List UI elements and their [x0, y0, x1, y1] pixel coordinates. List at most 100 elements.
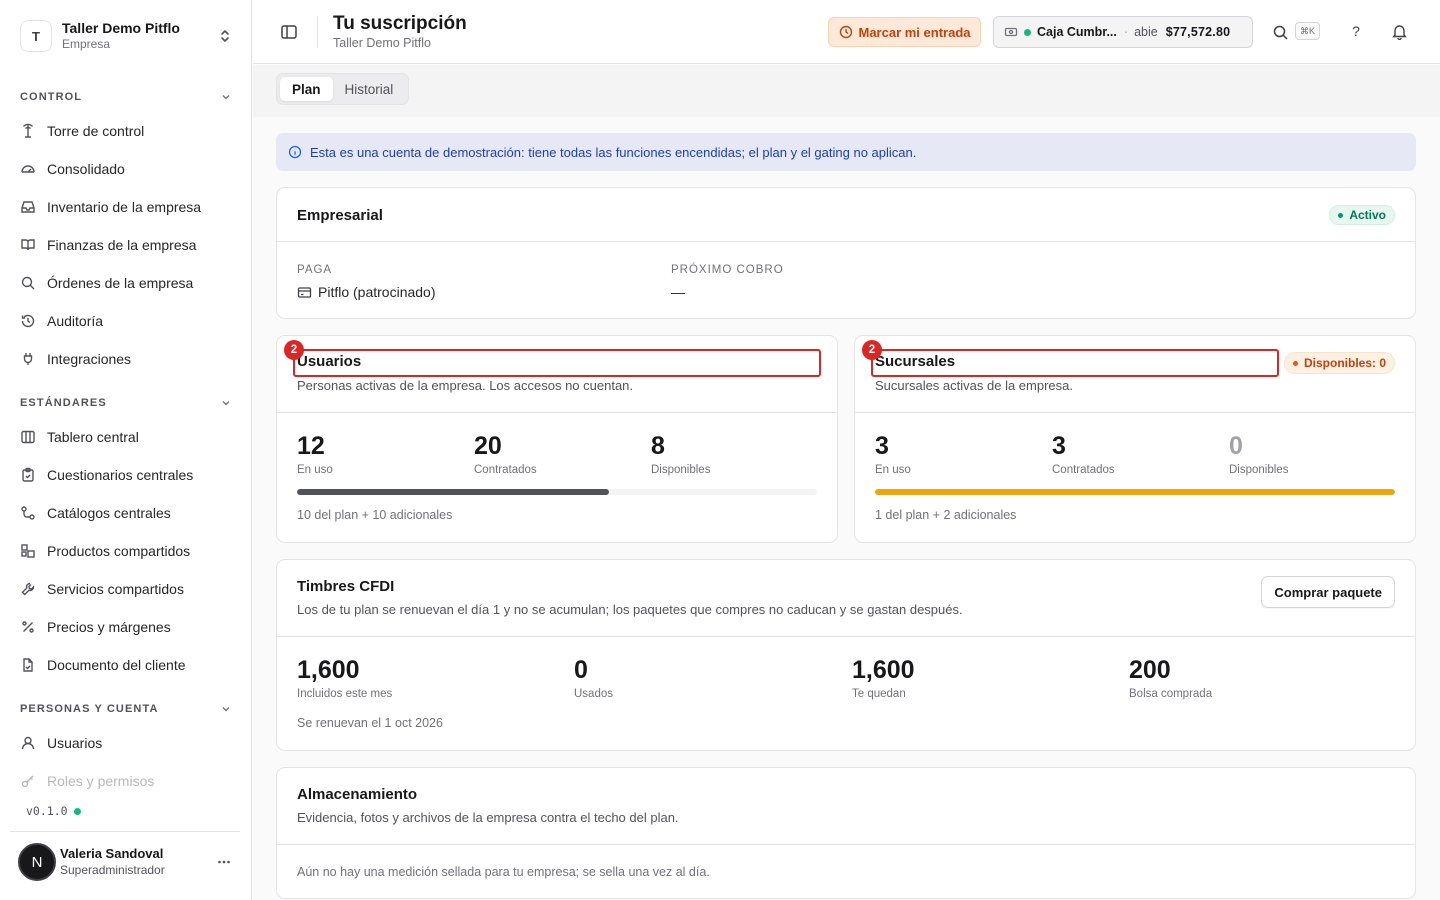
more-horizontal-icon[interactable] [216, 854, 232, 870]
gauge-icon [21, 165, 35, 173]
nav-section-control: CONTROL Torre de control Consolidado Inv… [10, 87, 242, 378]
sidebar-item-consolidado[interactable]: Consolidado [10, 150, 242, 188]
highlight-box [871, 349, 1279, 377]
search-icon[interactable] [1272, 24, 1289, 41]
wrench-icon [21, 582, 35, 596]
clipboard-icon [22, 467, 34, 482]
sidebar: T Taller Demo Pitflo Empresa CONTROL Tor… [0, 0, 252, 900]
tab-bar: Plan Historial [276, 73, 410, 105]
usage-breakdown: 1 del plan + 2 adicionales [875, 508, 1017, 522]
progress-fill [297, 489, 609, 495]
status-dot [1024, 28, 1031, 36]
key-icon [21, 775, 34, 788]
chevrons-up-down-icon [221, 30, 229, 42]
org-switcher[interactable]: T Taller Demo Pitflo Empresa [12, 12, 240, 60]
section-title: CONTROL [20, 91, 83, 103]
stat-included: 1,600 Incluidos este mes [297, 656, 393, 700]
divider [277, 636, 1415, 637]
org-type: Empresa [62, 37, 111, 51]
status-dot [73, 807, 81, 815]
app-version: v0.1.0 [26, 804, 81, 818]
payer-label: PAGA [297, 264, 333, 276]
payer-value: Pitflo (patrocinado) [297, 284, 436, 300]
section-title: ESTÁNDARES [20, 397, 107, 409]
sidebar-toggle-icon[interactable] [279, 22, 299, 42]
availability-badge: Disponibles: 0 [1283, 352, 1395, 374]
stat-in-use: 12 En uso [297, 432, 333, 476]
usage-progress-bar [297, 489, 817, 495]
sidebar-item-documento-cliente[interactable]: Documento del cliente [10, 646, 242, 684]
card-description: Los de tu plan se renuevan el día 1 y no… [297, 602, 963, 617]
divider [317, 16, 318, 48]
card-description: Personas activas de la empresa. Los acce… [297, 378, 634, 393]
clock-icon [839, 25, 852, 39]
sidebar-item-precios[interactable]: Precios y márgenes [10, 608, 242, 646]
divider [855, 412, 1415, 413]
section-toggle-estandares[interactable]: ESTÁNDARES [10, 393, 242, 413]
inbox-icon [21, 201, 35, 213]
section-toggle-control[interactable]: CONTROL [10, 87, 242, 107]
tower-icon [22, 123, 34, 138]
storage-note: Aún no hay una medición sellada para tu … [297, 865, 710, 879]
sidebar-item-usuarios[interactable]: Usuarios [10, 724, 242, 762]
cash-register-amount: $77,572.80 [1165, 25, 1231, 39]
usage-breakdown: 10 del plan + 10 adicionales [297, 508, 453, 522]
history-icon [21, 314, 35, 328]
help-icon[interactable]: ? [1347, 22, 1365, 40]
sidebar-item-cuestionarios[interactable]: Cuestionarios centrales [10, 456, 242, 494]
chevron-down-icon [222, 95, 230, 100]
divider [277, 844, 1415, 845]
cfdi-stamps-card: Timbres CFDI Los de tu plan se renuevan … [276, 559, 1416, 751]
nav-section-estandares: ESTÁNDARES Tablero central Cuestionarios… [10, 393, 242, 684]
sidebar-item-torre-de-control[interactable]: Torre de control [10, 112, 242, 150]
tab-plan[interactable]: Plan [280, 77, 333, 101]
avatar: N [18, 843, 56, 881]
section-toggle-personas[interactable]: PERSONAS Y CUENTA [10, 699, 242, 719]
search-shortcut: ⌘K [1295, 22, 1321, 40]
step-marker: 2 [284, 340, 304, 360]
stat-contracted: 3 Contratados [1052, 432, 1115, 476]
card-description: Sucursales activas de la empresa. [875, 378, 1073, 393]
sidebar-item-catalogos[interactable]: Catálogos centrales [10, 494, 242, 532]
nav-section-personas: PERSONAS Y CUENTA Usuarios Roles y permi… [10, 699, 242, 800]
bell-icon[interactable] [1391, 23, 1408, 40]
sidebar-item-auditoria[interactable]: Auditoría [10, 302, 242, 340]
stat-in-use: 3 En uso [875, 432, 911, 476]
user-name: Valeria Sandoval [60, 846, 164, 861]
sidebar-item-inventario[interactable]: Inventario de la empresa [10, 188, 242, 226]
page-title: Tu suscripción [333, 13, 467, 34]
chevron-down-icon [222, 707, 230, 712]
check-in-button[interactable]: Marcar mi entrada [828, 17, 981, 47]
sidebar-item-roles[interactable]: Roles y permisos [10, 762, 242, 800]
stat-available: 0 Disponibles [1229, 432, 1289, 476]
user-role: Superadministrador [60, 863, 165, 877]
stat-available: 8 Disponibles [651, 432, 711, 476]
divider [277, 412, 837, 413]
step-marker: 2 [862, 340, 882, 360]
sidebar-item-ordenes[interactable]: Órdenes de la empresa [10, 264, 242, 302]
cash-register-selector[interactable]: Caja Cumbr... · abie $77,572.80 [993, 16, 1253, 48]
sidebar-item-servicios[interactable]: Servicios compartidos [10, 570, 242, 608]
page-subtitle: Taller Demo Pitflo [333, 36, 431, 50]
main-content: Plan Historial Esta es una cuenta de dem… [253, 65, 1440, 900]
sidebar-item-finanzas[interactable]: Finanzas de la empresa [10, 226, 242, 264]
user-icon [21, 736, 35, 750]
usage-progress-bar [875, 489, 1395, 495]
buy-package-button[interactable]: Comprar paquete [1261, 576, 1395, 608]
sidebar-item-integraciones[interactable]: Integraciones [10, 340, 242, 378]
org-name: Taller Demo Pitflo [62, 20, 180, 36]
tab-historial[interactable]: Historial [333, 77, 406, 101]
book-open-icon [21, 239, 35, 251]
storage-card: Almacenamiento Evidencia, fotos y archiv… [276, 767, 1416, 899]
progress-fill [875, 489, 1395, 495]
divider [10, 831, 240, 832]
divider [277, 241, 1415, 242]
plan-card: Empresarial Activo PAGA Pitflo (patrocin… [276, 187, 1416, 319]
sidebar-item-productos[interactable]: Productos compartidos [10, 532, 242, 570]
users-usage-card: Usuarios Personas activas de la empresa.… [276, 335, 838, 543]
percent-icon [22, 621, 34, 633]
sidebar-item-tablero-central[interactable]: Tablero central [10, 418, 242, 456]
top-bar: Tu suscripción Taller Demo Pitflo Marcar… [253, 0, 1440, 64]
user-menu[interactable]: N Valeria Sandoval Superadministrador [18, 842, 240, 882]
cash-register-name: Caja Cumbr... [1037, 25, 1117, 39]
